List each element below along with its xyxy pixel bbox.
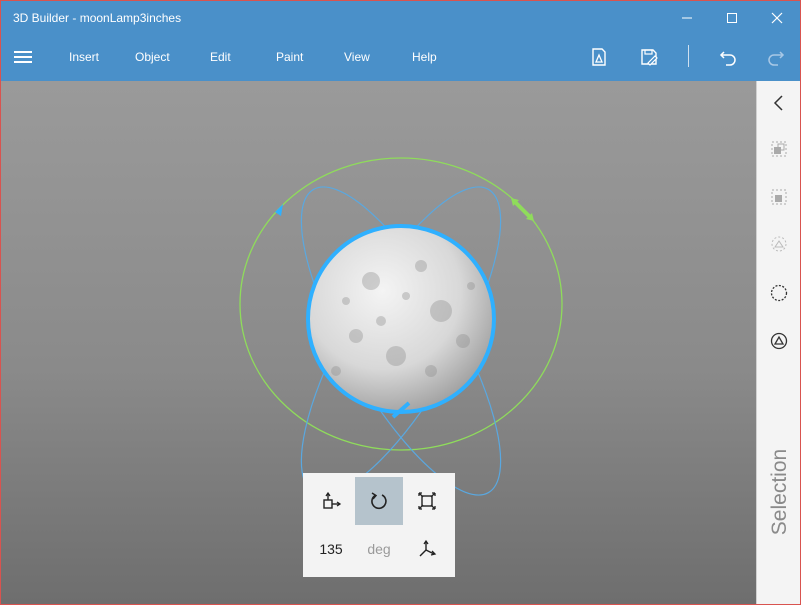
menu-help[interactable]: Help (412, 50, 437, 64)
menu-paint[interactable]: Paint (276, 50, 303, 64)
ghost-icon[interactable] (769, 234, 789, 254)
selection-label: Selection (768, 448, 791, 536)
move-tool-button[interactable] (307, 477, 355, 525)
maximize-icon (727, 12, 737, 23)
selection-panel: Selection (756, 81, 800, 604)
menu-object[interactable]: Object (135, 50, 170, 64)
blue-rotate-handle-top[interactable] (275, 204, 283, 216)
save-icon[interactable] (638, 46, 660, 68)
close-button[interactable] (754, 1, 800, 34)
redo-icon[interactable] (765, 46, 787, 68)
rotate-tool-button[interactable] (355, 477, 403, 525)
axis-icon (419, 539, 437, 557)
menu-view[interactable]: View (344, 50, 370, 64)
close-icon (771, 12, 783, 23)
select-triangle-icon[interactable] (769, 331, 789, 351)
rotation-unit: deg (367, 541, 391, 557)
select-circle-icon[interactable] (769, 283, 789, 303)
maximize-button[interactable] (709, 1, 755, 34)
3d-viewport[interactable]: 135 deg (1, 81, 756, 604)
move-icon (323, 491, 342, 509)
scale-tool-button[interactable] (403, 477, 451, 525)
minimize-button[interactable] (664, 1, 710, 34)
axis-tool-button[interactable] (403, 525, 451, 573)
print-3d-icon[interactable] (588, 46, 610, 68)
rotation-value[interactable]: 135 (307, 525, 355, 573)
minimize-icon (682, 17, 692, 18)
scale-icon (418, 492, 436, 510)
menu-bar: Insert Object Edit Paint View Help (1, 34, 800, 81)
rotate-icon (371, 492, 387, 510)
title-bar: 3D Builder - moonLamp3inches (1, 1, 800, 34)
app-window: 3D Builder - moonLamp3inches Insert Obje… (0, 0, 801, 605)
green-rotate-handle[interactable] (511, 198, 534, 221)
undo-icon[interactable] (717, 46, 739, 68)
transform-toolbar: 135 deg (303, 473, 455, 577)
collapse-chevron-icon[interactable] (769, 93, 789, 113)
group-icon[interactable] (769, 139, 789, 159)
menu-edit[interactable]: Edit (210, 50, 231, 64)
toolbar-separator (688, 45, 689, 67)
menu-insert[interactable]: Insert (69, 50, 99, 64)
window-title: 3D Builder - moonLamp3inches (13, 11, 182, 25)
ungroup-icon[interactable] (769, 187, 789, 207)
hamburger-menu-icon[interactable] (14, 51, 32, 65)
